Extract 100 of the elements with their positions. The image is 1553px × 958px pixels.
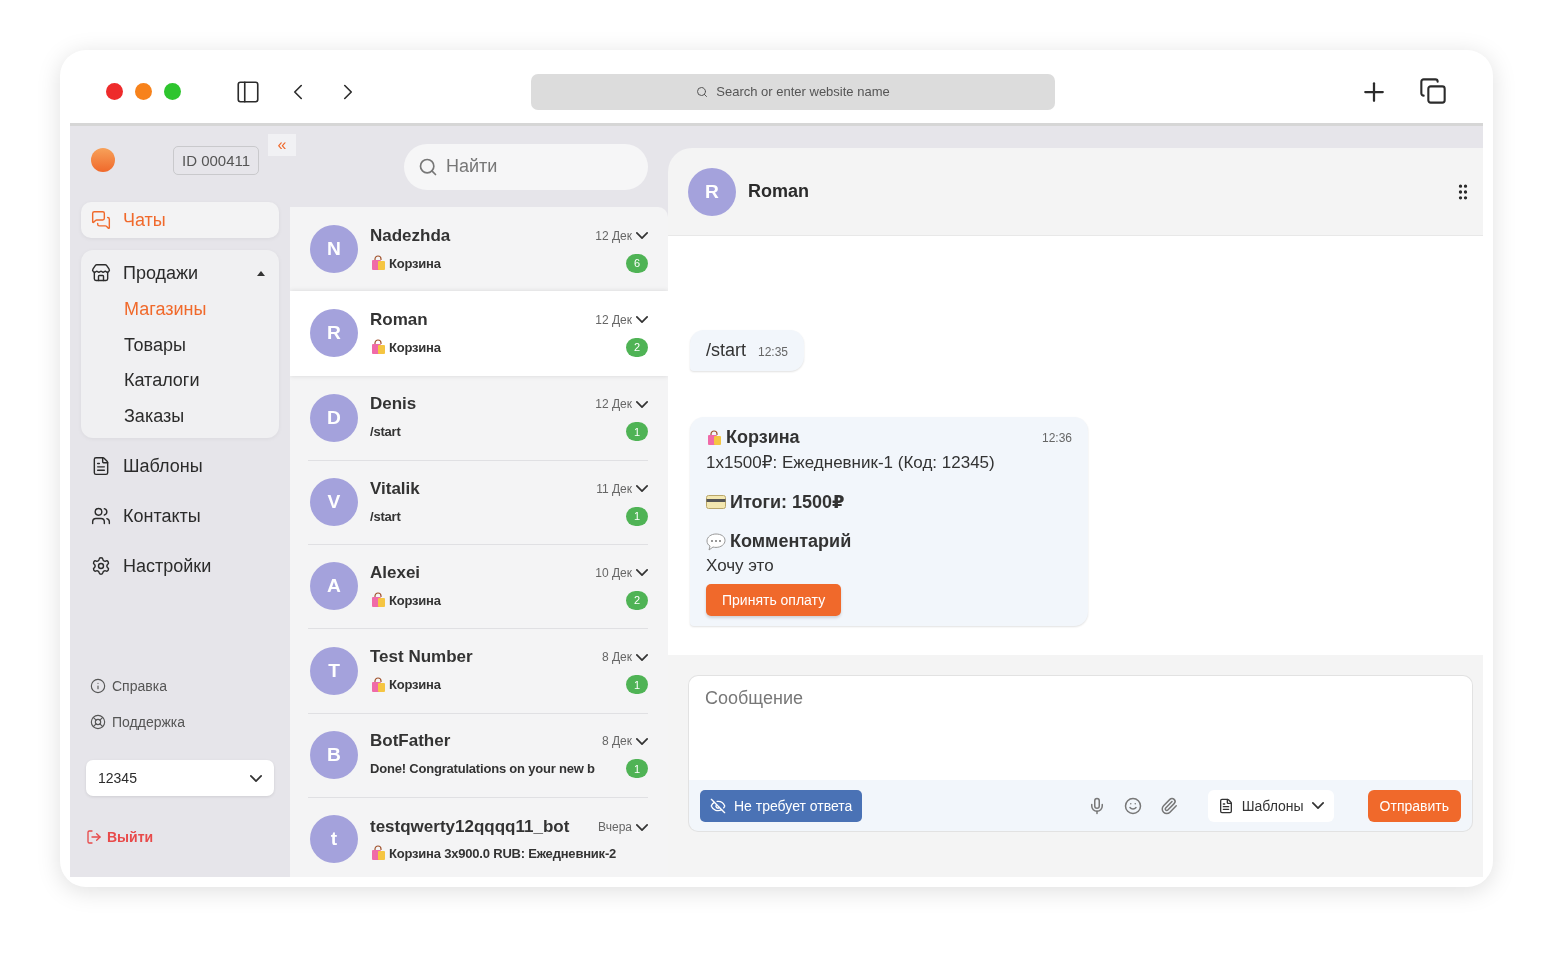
message-preview: Корзина xyxy=(370,676,441,693)
message-preview: Done! Congratulations on your new b xyxy=(370,761,595,777)
address-bar[interactable]: Search or enter website name xyxy=(531,73,1055,110)
avatar: V xyxy=(310,478,358,527)
unread-count: 1 xyxy=(626,506,648,526)
chat-date: 8 Дек xyxy=(601,650,632,665)
contacts-icon xyxy=(91,506,111,526)
message-preview: Корзина 3x900.0 RUB: Ежедневник-2 xyxy=(370,845,617,862)
comment-title: Комментарий xyxy=(730,531,852,552)
contact-name: Vitalik xyxy=(370,478,420,499)
message-preview: /start xyxy=(370,424,401,440)
chat-date: 11 Дек xyxy=(596,481,632,496)
eye-off-icon xyxy=(710,797,726,814)
message-preview: Корзина xyxy=(370,255,441,272)
maximize-window-dot[interactable] xyxy=(164,83,181,100)
shopping-bag-icon xyxy=(370,845,386,862)
store-icon xyxy=(91,263,111,283)
document-icon xyxy=(1217,797,1234,814)
sidebar-toggle-icon[interactable] xyxy=(235,78,261,105)
chevron-down-icon[interactable] xyxy=(636,569,648,577)
search-icon xyxy=(418,156,438,177)
no-reply-button[interactable]: Не требует ответа xyxy=(700,789,863,822)
credit-card-icon xyxy=(706,495,726,509)
contact-name: Test Number xyxy=(370,647,473,668)
contact-name: BotFather xyxy=(370,731,451,752)
caret-icon xyxy=(257,270,265,276)
chat-item[interactable]: D Denis 12 Дек /start 1 xyxy=(290,375,668,460)
message-preview: Корзина xyxy=(370,592,441,609)
avatar: t xyxy=(310,815,358,864)
avatar: N xyxy=(310,225,358,274)
chat-date: 12 Дек xyxy=(595,228,632,243)
unread-count: 1 xyxy=(626,422,648,442)
unread-count: 1 xyxy=(626,759,648,779)
unread-count: 6 xyxy=(626,253,648,273)
settings-icon xyxy=(91,556,111,576)
message-time: 12:35 xyxy=(758,345,789,359)
chevron-down-icon[interactable] xyxy=(636,823,648,831)
chevron-down-icon[interactable] xyxy=(636,737,648,745)
unread-count: 2 xyxy=(626,590,648,610)
chevron-down-icon[interactable] xyxy=(636,653,648,661)
submenu-item[interactable]: Заказы xyxy=(81,398,279,434)
paperclip-icon[interactable] xyxy=(1159,796,1178,815)
help-link[interactable]: Поддержка xyxy=(81,704,279,740)
message-preview: Корзина xyxy=(370,339,441,356)
unread-count: 2 xyxy=(626,337,648,357)
chat-item[interactable]: t testqwerty12qqqq11_bot Вчера Корзина 3x900.0 RUB: Ежедневник-2 xyxy=(290,797,668,877)
chat-bubbles-icon xyxy=(91,210,111,230)
document-icon xyxy=(91,456,111,476)
avatar: R xyxy=(688,167,736,216)
unread-count: 1 xyxy=(626,675,648,695)
chevron-down-icon[interactable] xyxy=(636,400,648,408)
contact-name: Roman xyxy=(370,309,428,330)
chat-date: 10 Дек xyxy=(595,565,632,580)
bot-select[interactable]: 12345 xyxy=(86,760,274,796)
chat-item[interactable]: N Nadezhda 12 Дек Корзина 6 xyxy=(290,207,668,292)
chevron-down-icon xyxy=(1311,802,1324,809)
shopping-bag-icon xyxy=(370,676,386,693)
chat-date: 12 Дек xyxy=(595,397,632,412)
emoji-icon[interactable] xyxy=(1123,796,1142,815)
comment-text: Хочу это xyxy=(706,556,775,576)
chevron-down-icon[interactable] xyxy=(636,316,648,324)
chevron-down-icon[interactable] xyxy=(636,485,648,493)
contact-name: Denis xyxy=(370,394,417,415)
menu-item[interactable]: Настройки xyxy=(81,544,279,588)
chat-item[interactable]: R Roman 12 Дек Корзина 2 xyxy=(290,291,668,376)
help-link[interactable]: Справка xyxy=(81,668,279,704)
logo-icon xyxy=(91,148,115,172)
order-title: Корзина xyxy=(726,427,800,448)
chevron-down-icon xyxy=(250,774,262,782)
search-icon xyxy=(696,85,709,98)
avatar: R xyxy=(310,309,358,358)
shopping-bag-icon xyxy=(370,339,386,356)
account-id: ID 000411 xyxy=(173,145,260,175)
chat-item[interactable]: A Alexei 10 Дек Корзина 2 xyxy=(290,544,668,629)
message-preview: /start xyxy=(370,508,401,524)
chat-date: 8 Дек xyxy=(601,734,632,749)
info-icon xyxy=(90,678,106,694)
chat-item[interactable]: T Test Number 8 Дек Корзина 1 xyxy=(290,628,668,713)
logout-icon xyxy=(86,829,102,845)
shopping-bag-icon xyxy=(370,255,386,272)
shopping-bag-icon xyxy=(370,592,386,609)
close-window-dot[interactable] xyxy=(106,83,123,100)
submenu-item[interactable]: Товары xyxy=(81,327,279,363)
submenu-item[interactable]: Каталоги xyxy=(81,363,279,399)
avatar: D xyxy=(310,393,358,442)
chat-item[interactable]: B BotFather 8 Дек Done! Congratulations on your new b 1 xyxy=(290,712,668,798)
message-text: /start xyxy=(706,340,746,361)
tabs-overview-icon[interactable] xyxy=(1419,76,1447,105)
templates-dropdown[interactable]: Шаблоны xyxy=(1207,789,1334,822)
order-line: 1x1500₽: Ежедневник-1 (Код: 12345) xyxy=(706,452,996,473)
speech-bubble-icon xyxy=(706,532,726,551)
contact-name: Roman xyxy=(748,181,809,202)
chat-item[interactable]: V Vitalik 11 Дек /start 1 xyxy=(290,459,668,545)
chevron-down-icon[interactable] xyxy=(636,232,648,240)
search-field[interactable]: Найти xyxy=(404,143,648,190)
minimize-window-dot[interactable] xyxy=(135,83,152,100)
message-input[interactable]: Сообщение xyxy=(688,675,1473,780)
menu-item[interactable]: Шаблоны xyxy=(81,444,279,488)
menu-item[interactable]: Продажи xyxy=(81,254,279,292)
menu-item[interactable]: Контакты xyxy=(81,494,279,538)
